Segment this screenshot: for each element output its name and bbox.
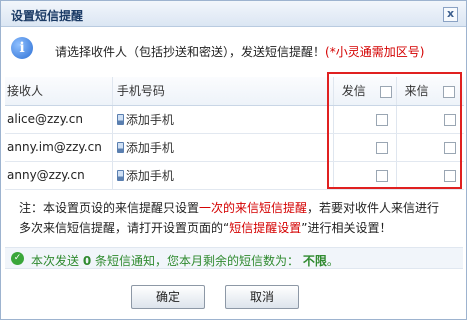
dialog-titlebar: 设置短信提醒 x xyxy=(1,1,466,27)
header-recipient: 接收人 xyxy=(5,77,113,106)
status-remaining: 不限 xyxy=(302,254,327,268)
status-bar: ✓ 本次发送 0 条短信通知，您本月剩余的短信数为： 不限。 xyxy=(5,247,463,269)
add-phone-label: 添加手机 xyxy=(125,140,174,155)
sms-reminder-dialog: 设置短信提醒 x i 请选择收件人（包括抄送和密送），发送短信提醒！(*小灵通需… xyxy=(0,0,467,320)
note-part1: 注：本设置页设的来信提醒只设置 xyxy=(19,201,200,215)
status-prefix: 本次发送 xyxy=(31,254,80,268)
close-icon[interactable]: x xyxy=(443,7,458,22)
checkbox-highlight-frame xyxy=(327,72,462,189)
ok-button[interactable]: 确定 xyxy=(131,285,205,309)
status-suffix: 。 xyxy=(326,254,339,268)
note-part3: ”进行相关设置！ xyxy=(301,221,392,235)
phone-icon xyxy=(116,113,124,125)
check-circle-icon: ✓ xyxy=(11,252,24,265)
dialog-title: 设置短信提醒 xyxy=(11,9,84,23)
reminder-note: 注：本设置页设的来信提醒只设置一次的来信短信提醒，若要对收件人来信进行多次来信短… xyxy=(19,198,449,238)
add-phone-label: 添加手机 xyxy=(125,168,174,183)
cancel-button[interactable]: 取消 xyxy=(225,285,299,309)
info-icon: i xyxy=(11,37,33,59)
add-phone-link[interactable]: 添加手机 xyxy=(111,161,334,190)
info-message: 请选择收件人（包括抄送和密送），发送短信提醒！ xyxy=(55,45,326,59)
info-text: 请选择收件人（包括抄送和密送），发送短信提醒！(*小灵通需加区号) xyxy=(55,43,424,60)
status-count: 0 xyxy=(82,254,92,268)
info-row: i 请选择收件人（包括抄送和密送），发送短信提醒！(*小灵通需加区号) xyxy=(1,35,466,69)
phone-icon xyxy=(116,141,124,153)
sms-reminder-settings-link[interactable]: 短信提醒设置 xyxy=(229,221,301,235)
add-phone-link[interactable]: 添加手机 xyxy=(111,133,334,162)
status-middle: 条短信通知，您本月剩余的短信数为： xyxy=(95,254,300,268)
header-phone: 手机号码 xyxy=(111,77,334,106)
recipient-email: alice@zzy.cn xyxy=(5,105,113,134)
add-phone-label: 添加手机 xyxy=(125,112,174,127)
info-red-note: (*小灵通需加区号) xyxy=(325,45,425,59)
note-red1: 一次的来信短信提醒 xyxy=(199,201,308,215)
recipient-email: anny@zzy.cn xyxy=(5,161,113,190)
status-text: 本次发送 0 条短信通知，您本月剩余的短信数为： 不限。 xyxy=(31,252,339,269)
recipient-email: anny.im@zzy.cn xyxy=(5,133,113,162)
phone-icon xyxy=(116,169,124,181)
add-phone-link[interactable]: 添加手机 xyxy=(111,105,334,134)
